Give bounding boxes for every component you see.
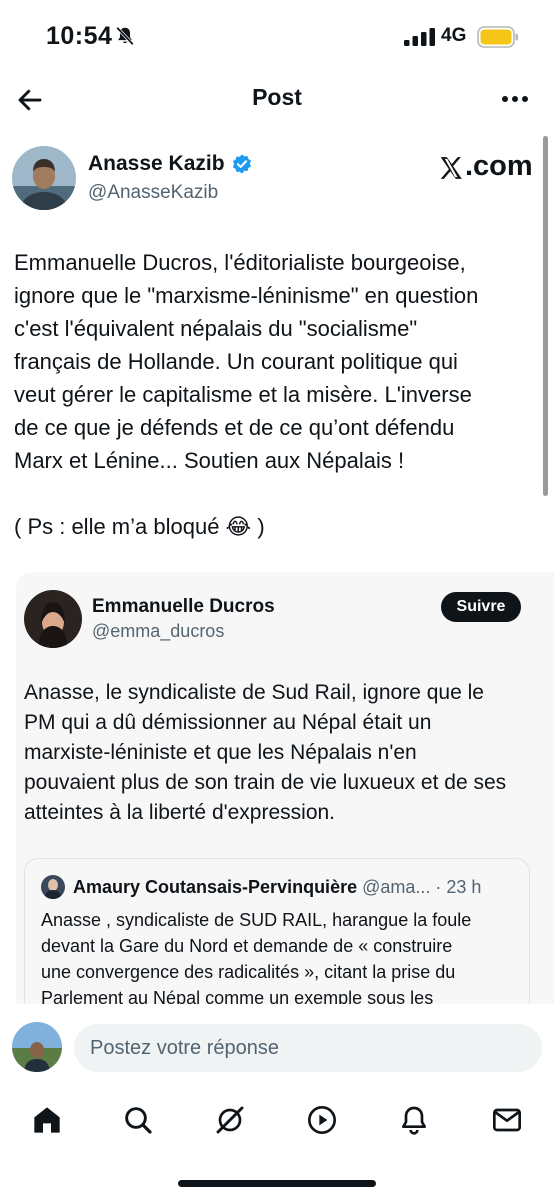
- quoted-author-avatar: [41, 875, 65, 899]
- nav-notifications[interactable]: [394, 1100, 434, 1140]
- author-avatar[interactable]: [12, 146, 76, 210]
- scroll-indicator[interactable]: [543, 136, 548, 496]
- video-play-icon: [308, 1106, 336, 1134]
- envelope-icon: [493, 1108, 521, 1132]
- status-time: 10:54: [46, 22, 113, 50]
- bell-icon: [402, 1106, 426, 1135]
- follow-button[interactable]: Suivre: [441, 592, 521, 622]
- bell-slash-icon: [116, 26, 134, 46]
- status-bar: 10:54 4G: [0, 0, 554, 70]
- embedded-author-name[interactable]: Emmanuelle Ducros: [92, 596, 275, 618]
- grok-icon: [216, 1106, 244, 1134]
- bottom-navigation: [0, 1090, 554, 1150]
- signal-icon: [404, 28, 435, 46]
- embedded-post[interactable]: Emmanuelle Ducros @emma_ducros Suivre An…: [16, 572, 554, 1004]
- x-com-watermark: .com: [438, 150, 533, 183]
- reply-input[interactable]: [74, 1024, 542, 1072]
- post-ps-text: ( Ps : elle m’a bloqué 😂 ): [14, 514, 265, 539]
- x-logo-icon: [440, 156, 462, 179]
- battery-icon: [477, 26, 518, 48]
- author-name-text: Anasse Kazib: [88, 152, 225, 175]
- author-handle[interactable]: @AnasseKazib: [88, 182, 218, 204]
- top-app-bar: Post: [0, 70, 554, 130]
- home-icon: [34, 1107, 60, 1133]
- more-horizontal-icon: [502, 96, 528, 102]
- quoted-meta: @ama... · 23 h: [357, 877, 482, 897]
- nav-video[interactable]: [302, 1100, 342, 1140]
- embedded-author-avatar[interactable]: [24, 590, 82, 648]
- embedded-post-text: Anasse, le syndicaliste de Sud Rail, ign…: [24, 681, 507, 824]
- post-body-text: Emmanuelle Ducros, l'éditorialiste bourg…: [14, 250, 479, 473]
- quoted-header: Amaury Coutansais-Pervinquière @ama... ·…: [73, 877, 523, 898]
- current-user-avatar[interactable]: [12, 1022, 62, 1072]
- watermark-text: .com: [465, 150, 533, 182]
- page-title: Post: [252, 84, 302, 110]
- nav-messages[interactable]: [487, 1100, 527, 1140]
- verified-badge-icon: [232, 154, 251, 174]
- nav-home[interactable]: [27, 1100, 67, 1140]
- embedded-author-handle[interactable]: @emma_ducros: [92, 621, 224, 642]
- reply-bar: [0, 1004, 554, 1090]
- search-icon: [125, 1107, 152, 1134]
- network-type: 4G: [441, 25, 467, 46]
- quoted-author-name: Amaury Coutansais-Pervinquière: [73, 877, 358, 897]
- quoted-post-text: Anasse , syndicaliste de SUD RAIL, haran…: [41, 910, 472, 1004]
- home-indicator[interactable]: [178, 1180, 376, 1187]
- nav-search[interactable]: [118, 1100, 158, 1140]
- more-options-button[interactable]: [498, 84, 532, 114]
- nav-grok[interactable]: [210, 1100, 250, 1140]
- quoted-post[interactable]: Amaury Coutansais-Pervinquière @ama... ·…: [24, 858, 530, 1004]
- author-name[interactable]: Anasse Kazib: [88, 152, 253, 176]
